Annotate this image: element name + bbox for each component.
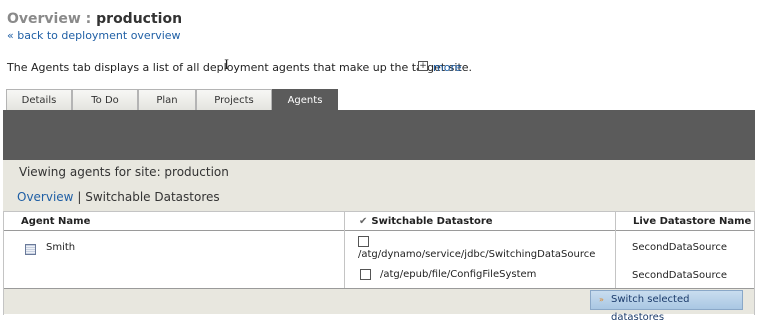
table-footer: » Switch selected datastores — [4, 288, 754, 323]
datastore-checkbox-2[interactable] — [360, 269, 371, 280]
column-header-switchable-datastore[interactable]: ✔ Switchable Datastore — [359, 216, 493, 227]
switchable-datastores-label: Switchable Datastores — [85, 190, 220, 204]
agents-table: Agent Name ✔ Switchable Datastore Live Da… — [3, 211, 755, 323]
datastore-path-2: /atg/epub/file/ConfigFileSystem — [380, 269, 537, 280]
column-divider — [615, 211, 616, 288]
switch-datastores-label: Switch selected datastores — [611, 294, 690, 323]
tab-agents[interactable]: Agents — [272, 89, 338, 111]
tab-details[interactable]: Details — [6, 89, 72, 110]
tab-projects[interactable]: Projects — [196, 89, 272, 110]
back-to-overview-link[interactable]: « back to deployment overview — [7, 29, 181, 42]
tab-plan[interactable]: Plan — [138, 89, 196, 110]
page-title-environment: production — [96, 11, 183, 27]
column-header-switchable-label: Switchable Datastore — [371, 216, 493, 227]
tab-to-do[interactable]: To Do — [72, 89, 138, 110]
overview-link[interactable]: Overview — [17, 190, 74, 204]
live-datastore-name-2: SecondDataSource — [632, 270, 728, 281]
datastore-path-1: /atg/dynamo/service/jdbc/SwitchingDataSo… — [358, 249, 596, 260]
column-header-live-datastore: Live Datastore Name — [633, 216, 752, 227]
page-title-prefix: Overview : — [7, 11, 97, 27]
page-title: Overview : production — [7, 11, 182, 27]
tab-content-header-bar — [3, 110, 755, 160]
site-info-panel: Viewing agents for site: production Over… — [3, 160, 755, 211]
agent-name[interactable]: Smith — [46, 242, 75, 253]
live-datastore-name-1: SecondDataSource — [632, 242, 728, 253]
viewing-site-label: Viewing agents for site: production — [19, 165, 229, 179]
table-header: Agent Name ✔ Switchable Datastore Live Da… — [4, 211, 754, 231]
datastore-checkbox-1[interactable] — [358, 236, 369, 247]
agent-icon — [25, 244, 36, 255]
expand-icon[interactable]: + — [418, 61, 428, 71]
double-arrow-icon: » — [599, 295, 604, 304]
column-header-agent-name: Agent Name — [21, 216, 91, 227]
text-cursor-icon: I — [224, 58, 230, 73]
link-separator: | — [77, 190, 82, 204]
checkmark-icon: ✔ — [359, 216, 368, 227]
more-link[interactable]: more — [433, 61, 462, 74]
tab-description: The Agents tab displays a list of all de… — [7, 61, 473, 74]
column-divider — [344, 211, 345, 288]
switch-datastores-button[interactable]: » Switch selected datastores — [590, 290, 743, 323]
view-switcher: Overview | Switchable Datastores — [17, 190, 220, 204]
